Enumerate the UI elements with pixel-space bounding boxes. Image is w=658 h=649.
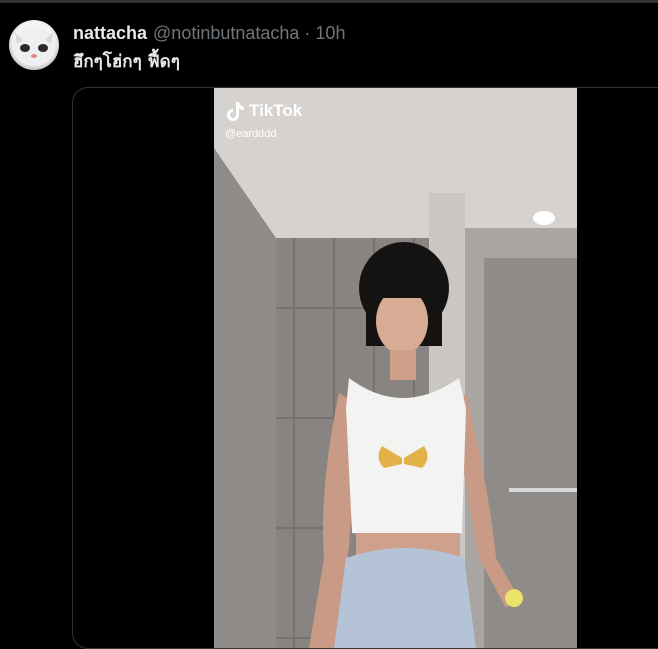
tiktok-creator-handle: @eardddd [225, 128, 277, 140]
cat-avatar-icon [13, 28, 55, 66]
tiktok-note-icon [227, 102, 244, 121]
tiktok-watermark: TikTok [225, 100, 302, 122]
separator-dot: · [304, 22, 311, 43]
video-frame [214, 88, 577, 648]
tweet-timestamp[interactable]: 10h [315, 23, 345, 44]
tweet-text: ฮึกๆโฮ่กๆ ฟี้ดๆ [73, 52, 180, 72]
user-handle[interactable]: @notinbutnatacha [153, 23, 299, 44]
display-name[interactable]: nattacha [73, 23, 147, 44]
tiktok-watermark-text: TikTok [249, 101, 303, 120]
video-player[interactable]: TikTok @eardddd [214, 88, 577, 648]
avatar[interactable] [9, 20, 59, 70]
media-card[interactable]: TikTok @eardddd [72, 87, 658, 649]
top-divider [0, 0, 658, 3]
tweet-header: nattacha @notinbutnatacha · 10h [73, 21, 345, 45]
